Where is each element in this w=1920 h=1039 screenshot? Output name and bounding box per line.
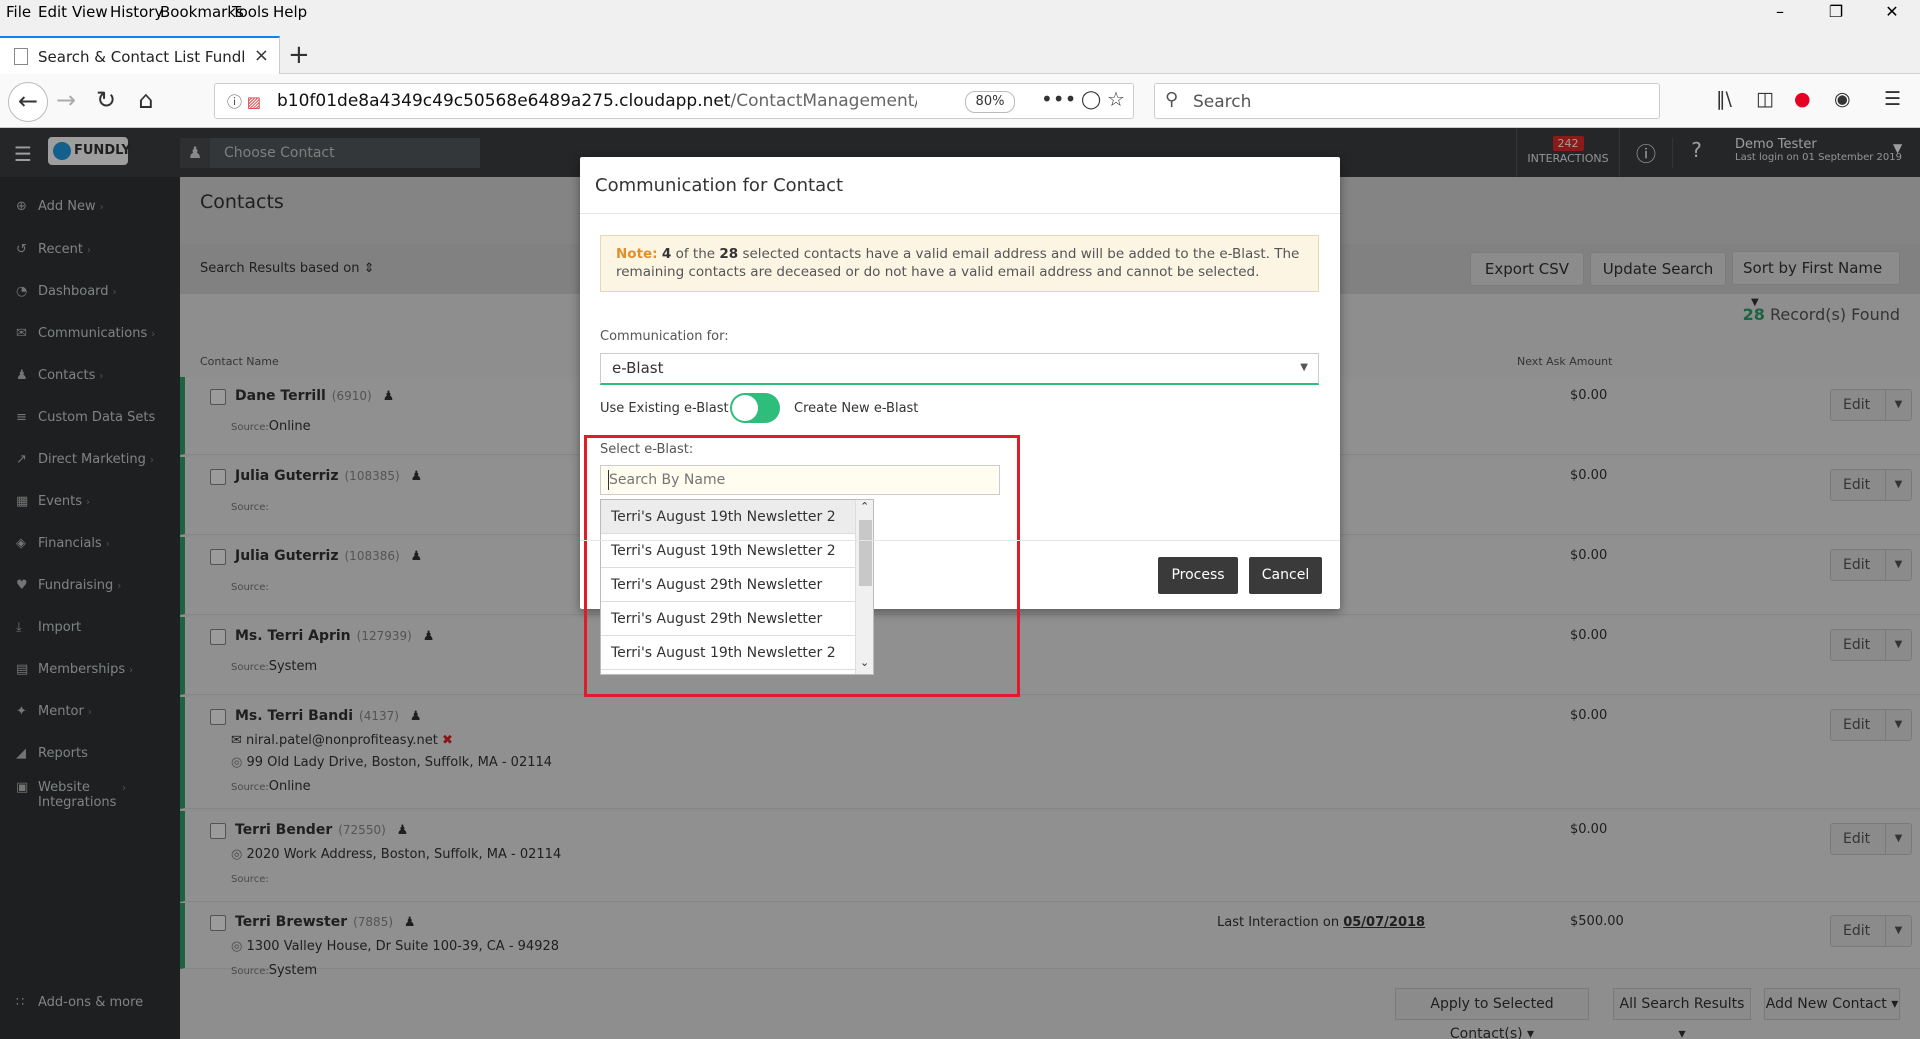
use-existing-label: Use Existing e-Blast [600,401,729,416]
reload-icon[interactable]: ↻ [88,86,124,118]
note-mid: of the [675,246,716,262]
tab-strip: Search & Contact List Fundly CR × + [0,26,1920,74]
note-count: 4 [661,246,672,262]
tab-title: Search & Contact List Fundly CR [38,48,246,66]
scroll-down-icon[interactable]: ⌄ [860,656,869,669]
note-label: Note: [616,246,658,262]
home-icon[interactable]: ⌂ [128,86,164,118]
eblast-mode-toggle[interactable] [730,393,780,423]
menu-file[interactable]: File [6,3,31,21]
dropdown-scrollbar[interactable]: ⌃ ⌄ [855,500,873,674]
eblast-dropdown[interactable]: Terri's August 19th Newsletter 2 Terri's … [600,499,874,675]
pocket-icon[interactable]: ◯ [1081,89,1101,110]
scroll-thumb[interactable] [859,520,872,586]
back-icon[interactable]: ← [8,82,48,122]
menu-view[interactable]: View [72,3,108,21]
new-tab-icon[interactable]: + [288,40,310,70]
restore-icon[interactable]: ❐ [1808,2,1864,26]
eblast-option[interactable]: Terri's August 19th Newsletter 2 [601,636,855,670]
scroll-up-icon[interactable]: ⌃ [860,500,869,513]
communication-modal: Communication for Contact Note: 4 of the… [580,157,1340,697]
eblast-option[interactable]: Terri's August 19th Newsletter 2 [601,500,855,534]
site-info-icon[interactable]: ⓘ ▨ [227,91,261,112]
select-eblast-label: Select e-Blast: [600,442,694,457]
address-bar[interactable]: ⓘ ▨ b10f01de8a4349c49c50568e6489a275.clo… [214,83,1134,119]
menu-history[interactable]: History [110,3,163,21]
sidebar-toggle-icon[interactable]: ◫ [1756,88,1774,110]
create-new-label: Create New e-Blast [794,401,919,416]
page-actions-icon[interactable]: ••• [1041,87,1076,111]
modal-header: Communication for Contact [580,157,1340,214]
text-cursor [608,470,609,490]
minimize-icon[interactable]: – [1752,2,1808,26]
process-button[interactable]: Process [1158,557,1238,594]
browser-tab[interactable]: Search & Contact List Fundly CR × [0,36,280,74]
communication-for-value: e-Blast [612,359,664,377]
eblast-search-input[interactable] [600,465,1000,495]
caret-down-icon: ▼ [1300,362,1308,373]
toggle-knob [732,395,758,421]
bookmark-star-icon[interactable]: ☆ [1107,87,1125,111]
search-icon: ⚲ [1165,89,1179,110]
note-alert: Note: 4 of the 28 selected contacts have… [600,235,1319,292]
menu-edit[interactable]: Edit [38,3,67,21]
forward-icon[interactable]: → [48,86,84,118]
communication-for-select[interactable]: e-Blast ▼ [600,353,1319,385]
communication-for-label: Communication for: [600,329,729,344]
url-text[interactable]: b10f01de8a4349c49c50568e6489a275.cloudap… [277,91,917,111]
eblast-option[interactable]: Terri's August 29th Newsletter [601,602,855,636]
note-total: 28 [719,246,739,262]
library-icon[interactable]: ‖\ [1716,88,1732,110]
close-window-icon[interactable]: ✕ [1864,2,1920,26]
account-icon[interactable]: ◉ [1834,88,1851,110]
browser-menubar: File Edit View History Bookmarks Tools H… [0,0,1920,26]
url-host: b10f01de8a4349c49c50568e6489a275.cloudap… [277,91,731,111]
close-tab-icon[interactable]: × [254,45,269,66]
search-placeholder: Search [1193,92,1252,112]
cancel-button[interactable]: Cancel [1249,557,1322,594]
eblast-option[interactable]: Terri's August 29th Newsletter [601,568,855,602]
menu-help[interactable]: Help [273,3,307,21]
browser-search-field[interactable]: ⚲ Search [1154,83,1660,119]
modal-footer-divider [580,540,1340,541]
url-path: /ContactManagement/List/Index [730,91,917,111]
page-icon [14,48,28,65]
pinterest-icon[interactable]: ● [1794,88,1811,110]
modal-title: Communication for Contact [595,175,844,196]
zoom-level[interactable]: 80% [965,91,1015,113]
hamburger-menu-icon[interactable]: ☰ [1884,88,1901,110]
navigation-bar: ← → ↻ ⌂ ⓘ ▨ b10f01de8a4349c49c50568e6489… [0,74,1920,128]
menu-tools[interactable]: Tools [232,3,269,21]
